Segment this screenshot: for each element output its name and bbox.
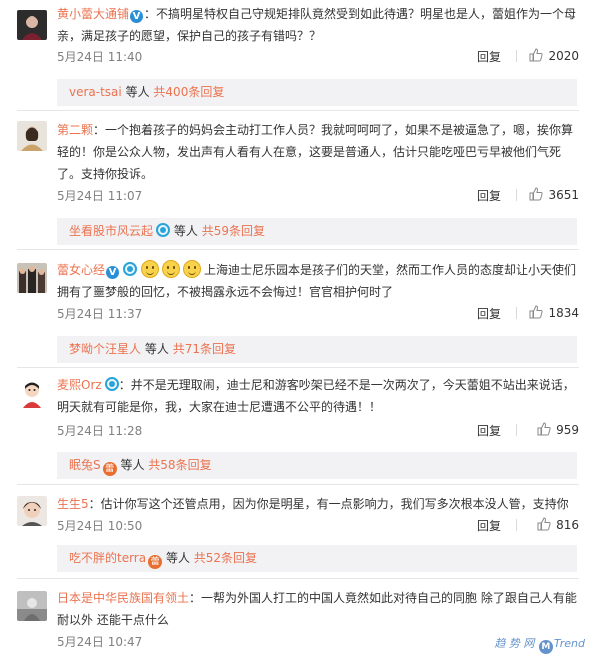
sub-reply-text: 等人 — [165, 551, 190, 565]
avatar[interactable] — [17, 496, 47, 526]
divider — [516, 307, 517, 319]
divider — [516, 424, 517, 436]
thumbs-up-icon — [537, 422, 551, 436]
like-button[interactable]: 3651 — [529, 187, 579, 202]
sub-reply-bar[interactable]: 梦呦个汪星人 等人 共71条回复 — [57, 336, 577, 363]
watermark: 趋 势 网 M Trend — [494, 635, 585, 654]
sub-reply-count[interactable]: 共52条回复 — [194, 551, 257, 565]
like-button[interactable]: 2020 — [529, 48, 579, 63]
comment-time: 5月24日 11:37 — [57, 307, 143, 321]
comment-text: ：并不是无理取闹，迪士尼和游客吵架已经不是一次两次了，今天蕾姐不站出来说话，明天… — [57, 378, 575, 414]
sub-reply-bar[interactable]: 眠兔S 蕾 等人 共58条回复 — [57, 452, 577, 479]
like-button[interactable]: 816 — [537, 517, 579, 532]
divider — [516, 50, 517, 62]
comment-username[interactable]: 生生5 — [57, 497, 89, 511]
sub-reply-count[interactable]: 共400条回复 — [153, 85, 224, 99]
sub-reply-text: 等人 — [144, 342, 169, 356]
comment-text: ：一个抱着孩子的妈妈会主动打工作人员？我就呵呵呵了，如果不是被逼急了，嗯，挨你算… — [57, 123, 574, 181]
avatar[interactable] — [17, 378, 47, 408]
like-button[interactable]: 1834 — [529, 305, 579, 320]
comment-time: 5月24日 10:47 — [57, 635, 143, 649]
verified-icon: V — [106, 266, 120, 279]
avatar[interactable] — [17, 121, 47, 151]
divider — [516, 189, 517, 201]
comment-username[interactable]: 日本是中华民族国有领土 — [57, 591, 189, 605]
comment-username[interactable]: 麦熙Orz — [57, 378, 102, 392]
divider — [17, 110, 579, 111]
thumbs-up-icon — [529, 48, 544, 62]
smile-emoji-icon — [183, 260, 202, 278]
fan-badge-icon: 蕾 — [148, 555, 163, 569]
sub-reply-text: 等人 — [120, 458, 145, 472]
comment-username[interactable]: 黄小蕾大通铺 — [57, 7, 129, 21]
reply-button[interactable]: 回复 — [477, 305, 501, 322]
comment-time: 5月24日 11:07 — [57, 189, 143, 203]
comment-time: 5月24日 11:40 — [57, 50, 143, 64]
sub-reply-user[interactable]: vera-tsai — [69, 85, 122, 99]
thumbs-up-icon — [537, 517, 551, 531]
avatar[interactable] — [17, 10, 47, 40]
sub-reply-bar[interactable]: vera-tsai 等人 共400条回复 — [57, 79, 577, 106]
divider — [516, 519, 517, 531]
like-count: 2020 — [548, 49, 579, 63]
sub-reply-count[interactable]: 共58条回复 — [148, 458, 211, 472]
smile-emoji-icon — [141, 260, 160, 278]
medal-icon — [104, 377, 119, 391]
divider — [17, 367, 579, 368]
reply-button[interactable]: 回复 — [477, 422, 501, 439]
avatar[interactable] — [17, 263, 47, 293]
sub-reply-user[interactable]: 吃不胖的terra — [69, 551, 146, 565]
comment-time: 5月24日 11:28 — [57, 424, 143, 438]
reply-button[interactable]: 回复 — [477, 517, 501, 534]
sub-reply-text: 等人 — [173, 224, 198, 238]
sub-reply-user[interactable]: 梦呦个汪星人 — [69, 342, 141, 356]
smile-emoji-icon — [162, 260, 181, 278]
like-count: 3651 — [548, 188, 579, 202]
sub-reply-user[interactable]: 坐看股市风云起 — [69, 224, 153, 238]
thumbs-up-icon — [529, 187, 544, 201]
like-button[interactable]: 959 — [537, 422, 579, 437]
like-count: 816 — [556, 518, 579, 532]
medal-icon — [156, 223, 171, 237]
sub-reply-bar[interactable]: 坐看股市风云起 等人 共59条回复 — [57, 218, 577, 245]
like-count: 959 — [556, 423, 579, 437]
comment-username[interactable]: 蕾女心经 — [57, 263, 105, 277]
comment-time: 5月24日 10:50 — [57, 519, 143, 533]
divider — [17, 249, 579, 250]
fan-badge-icon: 蕾 — [102, 462, 117, 476]
sub-reply-bar[interactable]: 吃不胖的terra 蕾 等人 共52条回复 — [57, 545, 577, 572]
divider — [17, 578, 579, 579]
sub-reply-count[interactable]: 共59条回复 — [202, 224, 265, 238]
trend-logo-icon: M — [538, 640, 553, 654]
sub-reply-user[interactable]: 眠兔S — [69, 458, 101, 472]
avatar[interactable] — [17, 591, 47, 621]
watermark-prefix: 趋 势 网 — [494, 637, 535, 650]
verified-icon: V — [130, 10, 144, 23]
comment-text: ：估计你写这个还管点用，因为你是明星，有一点影响力，我们写多次根本没人管，支持你 — [88, 497, 569, 511]
sub-reply-text: 等人 — [125, 85, 150, 99]
divider — [17, 484, 579, 485]
reply-button[interactable]: 回复 — [477, 187, 501, 204]
sub-reply-count[interactable]: 共71条回复 — [173, 342, 236, 356]
comment-username[interactable]: 第二颗 — [57, 123, 93, 137]
reply-button[interactable]: 回复 — [477, 48, 501, 65]
watermark-brand: Trend — [553, 637, 585, 650]
like-count: 1834 — [548, 306, 579, 320]
thumbs-up-icon — [529, 305, 544, 319]
medal-icon — [123, 262, 138, 276]
